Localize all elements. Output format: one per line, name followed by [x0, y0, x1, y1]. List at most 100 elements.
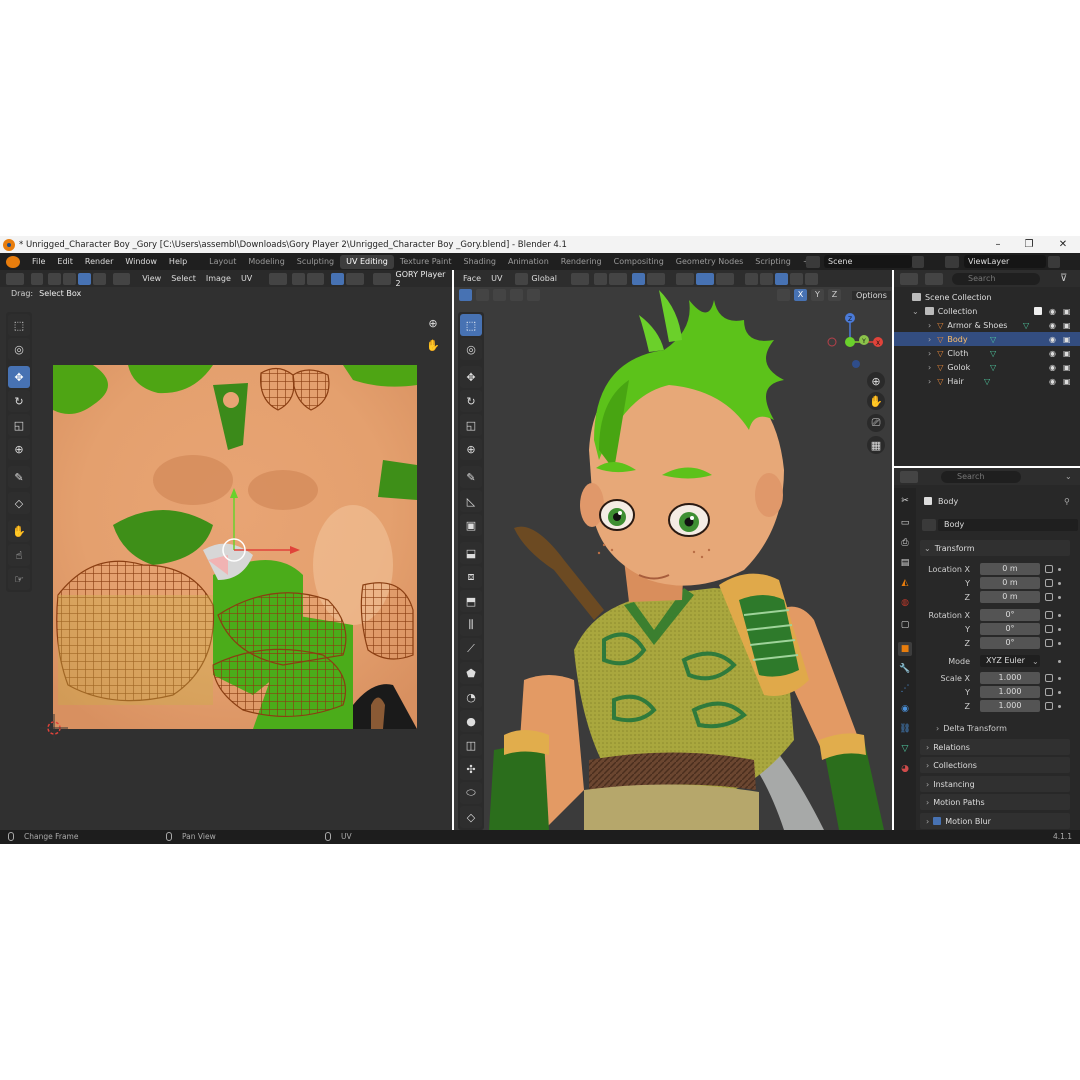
proportional-icon[interactable]: [306, 272, 325, 285]
lock-icon[interactable]: [1045, 674, 1053, 682]
rotation-mode-dropdown[interactable]: XYZ Euler: [980, 655, 1040, 667]
lock-icon[interactable]: [1045, 611, 1053, 619]
collections-section[interactable]: › Collections: [920, 757, 1070, 773]
vp-scale-icon[interactable]: ◱: [460, 414, 482, 436]
transform-icon[interactable]: ⊕: [8, 438, 30, 460]
vp-pan-icon[interactable]: ✋: [867, 392, 885, 410]
keyframe-dot-icon[interactable]: [1058, 581, 1061, 585]
rotation-y-field[interactable]: 0°: [980, 623, 1040, 635]
expand-icon[interactable]: ›: [928, 335, 931, 344]
vp-bevel-icon[interactable]: ⬒: [460, 590, 482, 612]
scale-icon[interactable]: ◱: [8, 414, 30, 436]
lock-icon[interactable]: [1045, 593, 1053, 601]
outliner-type-icon[interactable]: [900, 272, 918, 285]
collection-checkbox[interactable]: [1034, 307, 1042, 315]
vp-rotate-icon[interactable]: ↻: [460, 390, 482, 412]
tab-texture-paint[interactable]: Texture Paint: [394, 255, 458, 269]
rotate-icon[interactable]: ↻: [8, 390, 30, 412]
transform-section-header[interactable]: ⌄ Transform: [920, 540, 1070, 556]
camera-icon[interactable]: ▣: [1063, 377, 1071, 386]
eye-icon[interactable]: ◉: [1049, 349, 1056, 358]
keyframe-dot-icon[interactable]: [1058, 567, 1061, 571]
new-view-layer-icon[interactable]: [1048, 255, 1060, 268]
navigation-gizmo[interactable]: Z X Y: [826, 310, 888, 372]
keyframe-dot-icon[interactable]: [1058, 704, 1061, 708]
motion-paths-section[interactable]: › Motion Paths: [920, 794, 1070, 810]
lock-icon[interactable]: [1045, 625, 1053, 633]
vp-camera-icon[interactable]: ⎚: [867, 414, 885, 432]
vertex-select-icon[interactable]: [48, 272, 62, 285]
vp-rip-icon[interactable]: ◇: [460, 806, 482, 828]
eye-icon[interactable]: ◉: [1049, 377, 1056, 386]
outliner-row-golok[interactable]: › ▽ Golok ▽ ◉ ▣: [894, 360, 1080, 374]
drag-select-box-dropdown[interactable]: Select Box: [39, 289, 81, 298]
grab-icon[interactable]: ✋: [8, 520, 30, 542]
keyframe-dot-icon[interactable]: [1058, 641, 1061, 645]
edge-select-icon[interactable]: [63, 272, 76, 285]
vp-extrude-icon[interactable]: ⬓: [460, 542, 482, 564]
outliner-row-armor[interactable]: › ▽ Armor & Shoes ▽ ◉ ▣: [894, 318, 1080, 332]
vp-cursor-icon[interactable]: ◎: [460, 338, 482, 360]
camera-icon[interactable]: ▣: [1063, 363, 1071, 372]
vp-zoom-icon[interactable]: ⊕: [867, 372, 885, 390]
properties-options-icon[interactable]: ⌄: [1065, 472, 1072, 481]
vp-smooth-icon[interactable]: ●: [460, 710, 482, 732]
menu-file[interactable]: File: [26, 257, 51, 266]
vp-edge-slide-icon[interactable]: ◫: [460, 734, 482, 756]
uv-menu-uv[interactable]: UV: [236, 274, 257, 283]
view-layer-selector[interactable]: ViewLayer: [964, 255, 1046, 268]
scale-z-field[interactable]: 1.000: [980, 700, 1040, 712]
output-tab-icon[interactable]: ⎙: [898, 536, 912, 550]
collection-eye-icon[interactable]: ◉: [1049, 307, 1056, 316]
location-x-field[interactable]: 0 m: [980, 563, 1040, 575]
tab-uv-editing[interactable]: UV Editing: [340, 254, 394, 269]
scene-collection-row[interactable]: Scene Collection: [894, 290, 1080, 304]
outliner-search-input[interactable]: Search: [952, 272, 1040, 285]
cursor-icon[interactable]: ◎: [8, 338, 30, 360]
keyframe-dot-icon[interactable]: [1058, 613, 1061, 617]
relax-icon[interactable]: ☝: [8, 544, 30, 566]
rotation-x-field[interactable]: 0°: [980, 609, 1040, 621]
close-button[interactable]: ✕: [1052, 236, 1074, 253]
relations-section[interactable]: › Relations: [920, 739, 1070, 755]
material-tab-icon[interactable]: ◕: [898, 762, 912, 776]
keyframe-dot-icon[interactable]: [1058, 595, 1061, 599]
lock-icon[interactable]: [1045, 565, 1053, 573]
data-tab-icon[interactable]: ▽: [898, 742, 912, 756]
vp-spin-icon[interactable]: ◔: [460, 686, 482, 708]
expand-icon[interactable]: ›: [928, 363, 931, 372]
expand-icon[interactable]: ›: [928, 321, 931, 330]
move-icon[interactable]: ✥: [8, 366, 30, 388]
properties-search-input[interactable]: Search: [941, 470, 1021, 483]
image-name-field[interactable]: GORY Player 2: [396, 270, 452, 288]
view-layer-icon[interactable]: [945, 255, 959, 268]
vp-shrink-icon[interactable]: ✣: [460, 758, 482, 780]
camera-icon[interactable]: ▣: [1063, 335, 1071, 344]
filter-icon[interactable]: ⊽: [1060, 273, 1067, 284]
face-select-icon[interactable]: [77, 272, 91, 285]
collection-camera-icon[interactable]: ▣: [1063, 307, 1071, 316]
tab-sculpting[interactable]: Sculpting: [291, 255, 340, 269]
maximize-button[interactable]: ❐: [1018, 236, 1040, 253]
scale-y-field[interactable]: 1.000: [980, 686, 1040, 698]
collection-expand-icon[interactable]: ⌄: [912, 307, 919, 316]
rip-icon[interactable]: ◇: [8, 492, 30, 514]
vp-poly-build-icon[interactable]: ⬟: [460, 662, 482, 684]
pan-hand-icon[interactable]: ✋: [424, 336, 442, 354]
location-z-field[interactable]: 0 m: [980, 591, 1040, 603]
camera-icon[interactable]: ▣: [1063, 321, 1071, 330]
collection-row[interactable]: ⌄ Collection ◉ ▣: [894, 304, 1080, 318]
keyframe-dot-icon[interactable]: [1058, 659, 1061, 663]
object-browse-icon[interactable]: [922, 519, 936, 531]
vp-annotate-icon[interactable]: ✎: [460, 466, 482, 488]
eye-icon[interactable]: ◉: [1049, 363, 1056, 372]
vp-grid-icon[interactable]: ▦: [867, 436, 885, 454]
select-box-icon[interactable]: ⬚: [8, 314, 30, 336]
keyframe-dot-icon[interactable]: [1058, 676, 1061, 680]
vp-loop-cut-icon[interactable]: ⫼: [460, 614, 482, 636]
camera-icon[interactable]: ▣: [1063, 349, 1071, 358]
expand-icon[interactable]: ›: [928, 377, 931, 386]
outliner-row-cloth[interactable]: › ▽ Cloth ▽ ◉ ▣: [894, 346, 1080, 360]
lock-icon[interactable]: [1045, 688, 1053, 696]
sticky-select-icon[interactable]: [112, 272, 131, 285]
